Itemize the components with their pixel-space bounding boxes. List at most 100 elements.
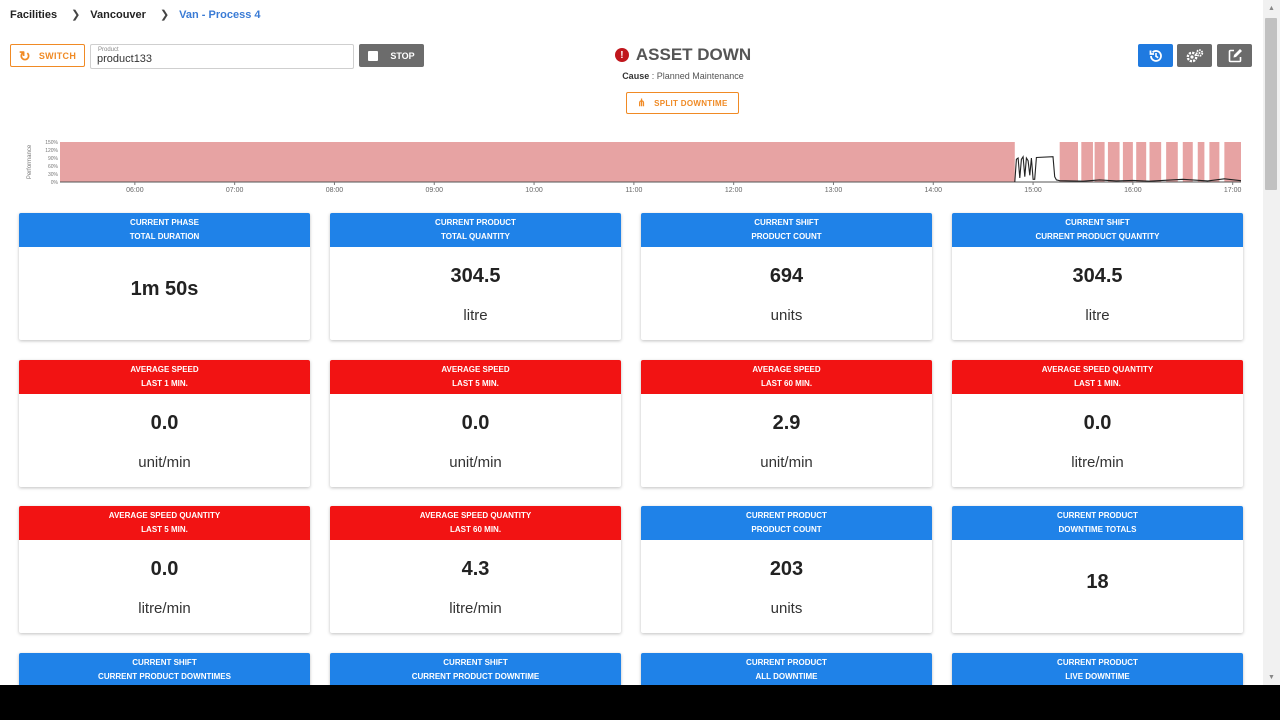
product-input[interactable] [97, 53, 337, 65]
kpi-card-header: CURRENT SHIFT CURRENT PRODUCT QUANTITY [952, 213, 1243, 247]
breadcrumb-current: Van - Process 4 [179, 8, 261, 21]
kpi-card-title: CURRENT PHASE [130, 218, 199, 227]
kpi-card: AVERAGE SPEED QUANTITY LAST 60 MIN. 4.3 lit… [330, 506, 621, 633]
history-button[interactable] [1138, 44, 1173, 67]
alert-icon: ! [614, 48, 629, 62]
kpi-card-title: CURRENT PRODUCT DOWNTIME [411, 672, 540, 681]
x-tick-label: 06:00 [126, 187, 144, 194]
kpi-card-value: 18 [1086, 571, 1109, 593]
kpi-card: CURRENT PRODUCT ALL DOWNTIME [641, 653, 932, 685]
y-axis-label: Performance [27, 144, 33, 179]
kpi-card-title: CURRENT PRODUCT QUANTITY [1035, 232, 1160, 241]
kpi-card: CURRENT SHIFT CURRENT PRODUCT DOWNTIME [330, 653, 621, 685]
breadcrumb-facilities[interactable]: Facilities [10, 9, 57, 21]
settings-button[interactable] [1177, 44, 1212, 67]
downtime-bar [1059, 142, 1078, 182]
y-tick-label: 60% [48, 164, 59, 170]
kpi-card: CURRENT SHIFT PRODUCT COUNT 694 units [641, 213, 932, 340]
kpi-card-unit: litre [1085, 307, 1110, 324]
kpi-card-value: 1m 50s [130, 278, 199, 300]
kpi-card-unit: units [770, 600, 803, 617]
kpi-card: CURRENT PRODUCT DOWNTIME TOTALS 18 [952, 506, 1243, 633]
kpi-card-title: ALL DOWNTIME [755, 672, 818, 681]
kpi-card-header: AVERAGE SPEED LAST 5 MIN. [330, 360, 621, 394]
kpi-card-value: 2.9 [772, 412, 801, 434]
kpi-card: CURRENT PRODUCT TOTAL QUANTITY 304.5 litre [330, 213, 621, 340]
kpi-card-title: AVERAGE SPEED QUANTITY [1041, 365, 1154, 374]
x-tick-label: 10:00 [525, 187, 543, 194]
x-tick-label: 16:00 [1124, 187, 1142, 194]
x-tick-label: 17:00 [1224, 187, 1242, 194]
cause-value: Planned Maintenance [656, 71, 744, 81]
kpi-card-title: LAST 5 MIN. [452, 379, 499, 388]
kpi-card: CURRENT PRODUCT LIVE DOWNTIME [952, 653, 1243, 685]
kpi-card-title: LAST 5 MIN. [141, 525, 188, 534]
kpi-card-title: AVERAGE SPEED [130, 365, 199, 374]
stop-button[interactable]: STOP [359, 44, 424, 67]
downtime-bar [1166, 142, 1178, 182]
kpi-card-title: CURRENT PRODUCT [746, 658, 827, 667]
kpi-card-title: TOTAL QUANTITY [441, 232, 510, 241]
edit-button[interactable] [1217, 44, 1252, 67]
kpi-card-title: CURRENT PRODUCT [435, 218, 516, 227]
split-icon: ⋔ [637, 97, 647, 109]
kpi-card-unit: unit/min [449, 454, 502, 471]
x-tick-label: 07:00 [226, 187, 244, 194]
kpi-card: CURRENT SHIFT CURRENT PRODUCT QUANTITY 304… [952, 213, 1243, 340]
performance-timeline-chart: 06:00 07:00 08:00 09:00 10:00 11:00 12:00 13:00… [27, 140, 1242, 194]
kpi-card-header: AVERAGE SPEED QUANTITY LAST 5 MIN. [19, 506, 310, 540]
downtime-bar [1136, 142, 1147, 182]
kpi-card: CURRENT PHASE TOTAL DURATION 1m 50s [19, 213, 310, 340]
cause-label: Cause [622, 71, 650, 81]
downtime-bar [1081, 142, 1093, 182]
scrollbar-thumb[interactable] [1265, 18, 1277, 190]
chevron-right-icon: ❯ [71, 9, 81, 21]
downtime-bar [1122, 142, 1133, 182]
kpi-card-unit: litre/min [449, 600, 502, 617]
kpi-card-value: 304.5 [450, 265, 501, 287]
downtime-bar [1107, 142, 1120, 182]
kpi-card-header: AVERAGE SPEED QUANTITY LAST 60 MIN. [330, 506, 621, 540]
kpi-card-unit: unit/min [760, 454, 813, 471]
downtime-bar [1094, 142, 1105, 182]
kpi-card-unit: litre/min [1071, 454, 1124, 471]
kpi-card-header: CURRENT PRODUCT DOWNTIME TOTALS [952, 506, 1243, 540]
scroll-up-arrow-icon[interactable]: ▲ [1263, 0, 1280, 16]
breadcrumb-vancouver[interactable]: Vancouver [90, 9, 146, 21]
split-downtime-label: SPLIT DOWNTIME [654, 98, 728, 108]
product-field[interactable]: Product [90, 44, 354, 69]
kpi-card-unit: units [770, 307, 803, 324]
kpi-card-header: CURRENT PRODUCT TOTAL QUANTITY [330, 213, 621, 247]
kpi-card-header: CURRENT PRODUCT PRODUCT COUNT [641, 506, 932, 540]
kpi-card-title: LIVE DOWNTIME [1065, 672, 1130, 681]
switch-button[interactable]: ↻ SWITCH [10, 44, 85, 67]
stop-icon [368, 50, 379, 61]
x-tick-label: 11:00 [625, 187, 642, 194]
kpi-card-title: CURRENT PRODUCT DOWNTIMES [98, 672, 231, 681]
kpi-card-header: CURRENT SHIFT PRODUCT COUNT [641, 213, 932, 247]
kpi-card-header: AVERAGE SPEED LAST 1 MIN. [19, 360, 310, 394]
scroll-down-arrow-icon[interactable]: ▼ [1263, 669, 1280, 685]
split-downtime-button[interactable]: ⋔ SPLIT DOWNTIME [626, 92, 739, 114]
kpi-card-value: 0.0 [150, 558, 179, 580]
kpi-card-unit: litre [463, 307, 488, 324]
kpi-card: AVERAGE SPEED LAST 5 MIN. 0.0 unit/min [330, 360, 621, 487]
edit-icon [1228, 48, 1242, 62]
kpi-card-header: CURRENT PHASE TOTAL DURATION [19, 213, 310, 247]
x-tick-label: 13:00 [825, 187, 843, 194]
downtime-bar [1224, 142, 1241, 182]
kpi-card-title: LAST 1 MIN. [1074, 379, 1121, 388]
kpi-card: AVERAGE SPEED QUANTITY LAST 1 MIN. 0.0 litr… [952, 360, 1243, 487]
kpi-card-title: CURRENT PRODUCT [1057, 511, 1138, 520]
kpi-card-title: PRODUCT COUNT [751, 232, 822, 241]
kpi-card-title: CURRENT SHIFT [754, 218, 819, 227]
kpi-card: CURRENT PRODUCT PRODUCT COUNT 203 units [641, 506, 932, 633]
kpi-card-header: AVERAGE SPEED QUANTITY LAST 1 MIN. [952, 360, 1243, 394]
dashboard: Facilities ❯ Vancouver ❯ Van - Process 4… [0, 0, 1280, 685]
kpi-card-header: CURRENT SHIFT CURRENT PRODUCT DOWNTIMES [19, 653, 310, 685]
cause-line: Cause : Planned Maintenance [622, 71, 744, 81]
history-icon [1149, 49, 1162, 62]
kpi-card-unit: litre/min [138, 600, 191, 617]
kpi-card-title: PRODUCT COUNT [751, 525, 822, 534]
kpi-card-title: LAST 60 MIN. [449, 525, 502, 534]
